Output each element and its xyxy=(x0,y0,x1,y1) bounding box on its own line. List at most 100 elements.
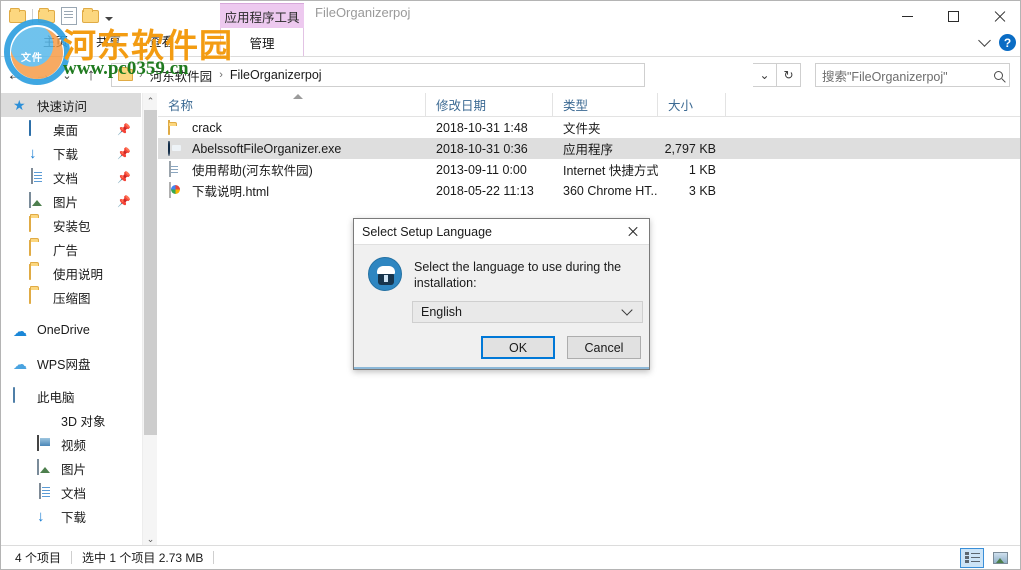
sidebar-item-downloads[interactable]: ↓ 下载 📌 xyxy=(1,141,141,165)
sidebar-item-thumbnails[interactable]: 压缩图 xyxy=(1,285,141,309)
sidebar-item-wps-cloud[interactable]: ☁ WPS网盘 xyxy=(1,351,141,375)
forward-button[interactable]: → xyxy=(29,61,57,89)
address-bar: ← → ⌄ ↑ › 河东软件园 › FileOrganizerpoj ⌄ ↻ 搜… xyxy=(1,59,1020,91)
sidebar-item-label: WPS网盘 xyxy=(37,357,91,372)
column-header-size[interactable]: 大小 xyxy=(658,92,726,117)
sidebar-item-instructions[interactable]: 使用说明 xyxy=(1,261,141,285)
column-header-type[interactable]: 类型 xyxy=(553,92,658,117)
sidebar-item-documents[interactable]: 文档 📌 xyxy=(1,165,141,189)
back-button[interactable]: ← xyxy=(1,61,29,89)
pin-icon[interactable]: 📌 xyxy=(117,123,131,136)
up-button[interactable]: ↑ xyxy=(77,61,105,89)
sidebar-item-3d-objects[interactable]: 3D 对象 xyxy=(1,408,141,432)
refresh-icon[interactable]: ↻ xyxy=(777,63,801,87)
pictures-icon xyxy=(37,458,54,477)
sidebar-item-label: 图片 xyxy=(61,462,87,477)
scroll-up-icon[interactable]: ⌃ xyxy=(143,93,158,109)
sidebar-item-label: 安装包 xyxy=(53,219,91,234)
navigation-pane[interactable]: ★ 快速访问 桌面 📌 ↓ 下载 📌 文档 📌 图片 📌 安装包 广告 使用说明… xyxy=(1,93,141,547)
sidebar-item-onedrive[interactable]: ☁ OneDrive xyxy=(1,318,141,342)
cancel-button[interactable]: Cancel xyxy=(567,336,641,359)
details-view-button[interactable] xyxy=(960,547,984,568)
breadcrumb-item-0[interactable]: 河东软件园 xyxy=(146,66,217,85)
search-icon xyxy=(994,70,1003,80)
language-select[interactable]: English xyxy=(412,301,643,323)
breadcrumb-separator: › xyxy=(219,69,223,81)
address-dropdown-icon[interactable]: ⌄ xyxy=(753,63,777,87)
sidebar-item-downloads-pc[interactable]: ↓ 下载 xyxy=(1,504,141,528)
search-input[interactable]: 搜索"FileOrganizerpoj" xyxy=(815,63,1010,87)
column-header-name[interactable]: 名称 xyxy=(158,92,426,117)
close-button[interactable] xyxy=(976,1,1020,31)
sidebar-item-label: 快速访问 xyxy=(37,99,88,114)
folder-icon[interactable] xyxy=(9,7,27,25)
internet-shortcut-icon xyxy=(168,160,184,178)
sidebar-item-label: 图片 xyxy=(53,195,79,210)
language-select-value: English xyxy=(421,305,462,319)
chevron-down-icon[interactable] xyxy=(105,17,113,21)
pin-icon[interactable]: 📌 xyxy=(117,147,131,160)
pin-icon[interactable]: 📌 xyxy=(117,171,131,184)
column-header-date[interactable]: 修改日期 xyxy=(426,92,553,117)
download-icon: ↓ xyxy=(37,507,45,525)
folder-icon xyxy=(118,67,133,81)
scrollbar-thumb[interactable] xyxy=(144,110,157,435)
table-row[interactable]: 使用帮助(河东软件园) 2013-09-11 0:00 Internet 快捷方… xyxy=(158,159,1020,180)
sidebar-item-this-pc[interactable]: 此电脑 xyxy=(1,384,141,408)
tab-manage[interactable]: 管理 xyxy=(220,28,304,56)
tab-home[interactable]: 主页 xyxy=(29,27,82,56)
address-bar-right: ⌄ ↻ 搜索"FileOrganizerpoj" xyxy=(753,63,1020,87)
close-icon[interactable] xyxy=(615,219,649,245)
file-name-text: AbelssoftFileOrganizer.exe xyxy=(192,141,342,156)
ribbon-right-controls: ? xyxy=(978,33,1016,51)
minimize-button[interactable] xyxy=(884,1,930,31)
large-icons-view-button[interactable] xyxy=(988,548,1012,568)
file-type-cell: 360 Chrome HT... xyxy=(563,183,658,198)
pin-to-quick-access-icon[interactable] xyxy=(38,7,56,25)
sidebar-item-quick-access[interactable]: ★ 快速访问 xyxy=(1,93,141,117)
toolbar-divider xyxy=(32,8,33,24)
sidebar-item-label: 此电脑 xyxy=(37,390,75,405)
sidebar-item-documents-pc[interactable]: 文档 xyxy=(1,480,141,504)
ribbon-divider xyxy=(1,56,1020,57)
documents-icon xyxy=(37,482,54,501)
breadcrumb-item-1[interactable]: FileOrganizerpoj xyxy=(226,68,326,82)
onedrive-cloud-icon: ☁ xyxy=(13,322,27,339)
dialog-title-bar: Select Setup Language xyxy=(354,219,649,245)
recent-locations-icon[interactable]: ⌄ xyxy=(57,61,77,89)
folder-icon xyxy=(29,287,46,306)
sidebar-item-videos[interactable]: 视频 xyxy=(1,432,141,456)
table-row[interactable]: 下载说明.html 2018-05-22 11:13 360 Chrome HT… xyxy=(158,180,1020,201)
folder-icon xyxy=(29,215,46,234)
chevron-down-icon[interactable] xyxy=(978,33,991,47)
help-icon[interactable]: ? xyxy=(999,34,1016,51)
sidebar-item-pictures-pc[interactable]: 图片 xyxy=(1,456,141,480)
navigation-pane-scrollbar[interactable]: ⌃ ⌄ xyxy=(142,93,157,547)
search-placeholder-text: 搜索"FileOrganizerpoj" xyxy=(822,69,948,84)
view-toggle-group xyxy=(960,547,1020,568)
sidebar-item-ads[interactable]: 广告 xyxy=(1,237,141,261)
ok-button[interactable]: OK xyxy=(481,336,555,359)
pin-icon[interactable]: 📌 xyxy=(117,195,131,208)
table-row[interactable]: crack 2018-10-31 1:48 文件夹 xyxy=(158,117,1020,138)
sidebar-item-pictures[interactable]: 图片 📌 xyxy=(1,189,141,213)
file-type-cell: 文件夹 xyxy=(563,122,601,136)
desktop-icon xyxy=(29,119,46,138)
dialog-message: Select the language to use during the in… xyxy=(414,260,622,290)
new-folder-icon[interactable] xyxy=(82,7,100,25)
file-name-cell: 下载说明.html xyxy=(158,181,426,200)
maximize-button[interactable] xyxy=(930,1,976,31)
properties-icon[interactable] xyxy=(61,7,77,25)
wps-cloud-icon: ☁ xyxy=(13,355,27,372)
sidebar-item-installers[interactable]: 安装包 xyxy=(1,213,141,237)
table-row[interactable]: AbelssoftFileOrganizer.exe 2018-10-31 0:… xyxy=(158,138,1020,159)
sidebar-item-label: 使用说明 xyxy=(53,267,104,282)
sidebar-item-desktop[interactable]: 桌面 📌 xyxy=(1,117,141,141)
file-name-text: 下载说明.html xyxy=(192,185,270,199)
tab-share[interactable]: 共享 xyxy=(82,27,135,56)
contextual-tab-group-header: 应用程序工具 xyxy=(220,3,304,28)
tab-view[interactable]: 查看 xyxy=(135,27,188,56)
file-name-cell: 使用帮助(河东软件园) xyxy=(158,160,426,179)
address-breadcrumb-input[interactable]: › 河东软件园 › FileOrganizerpoj xyxy=(111,63,645,87)
file-date-cell: 2018-10-31 1:48 xyxy=(436,120,528,135)
